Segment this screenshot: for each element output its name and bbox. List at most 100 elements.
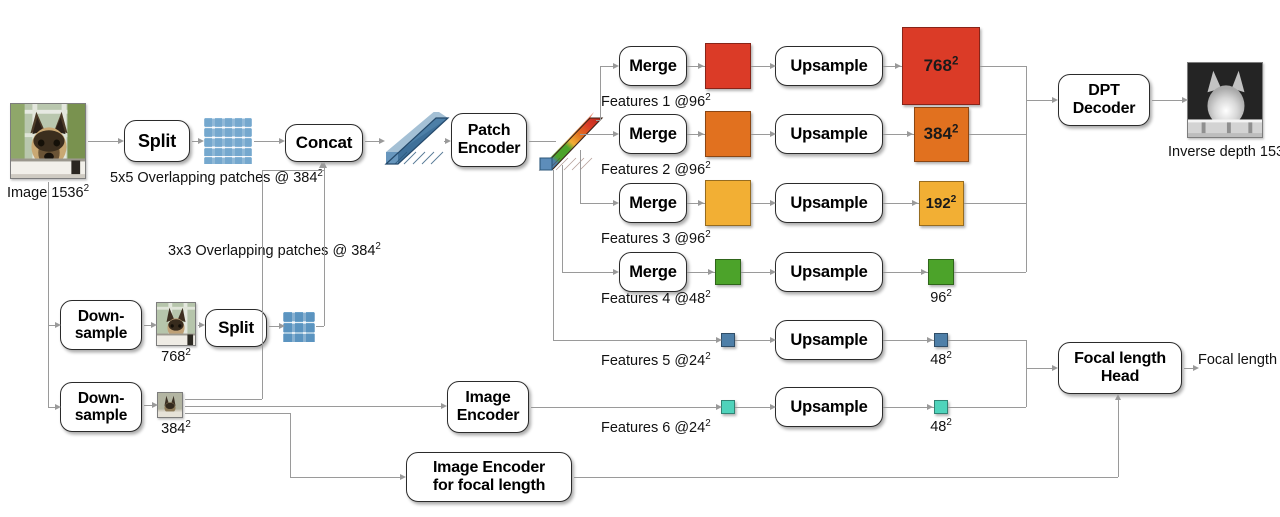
line-384-c xyxy=(185,413,290,415)
merge-box-2[interactable]: Merge xyxy=(619,114,687,154)
focal-out-line2: length xyxy=(1237,352,1278,368)
line-stack-to-merge3 xyxy=(580,203,615,205)
line-grid-up-to-concat xyxy=(324,164,326,326)
line-imgenc-to-row6 xyxy=(531,407,718,409)
patch-token-bar xyxy=(378,110,452,168)
downsampled-image-768 xyxy=(156,302,196,346)
arrow-384-to-focalenc xyxy=(400,473,406,480)
image-encoder-line2: Encoder xyxy=(456,407,520,424)
focal-head-line2: Head xyxy=(1100,368,1140,385)
line-bus-depth xyxy=(1026,66,1028,272)
upsample-box-5-label: Upsample xyxy=(790,330,868,349)
concat-box[interactable]: Concat xyxy=(285,124,363,162)
upsample-box-6[interactable]: Upsample xyxy=(775,387,883,427)
line-bus-focal xyxy=(1026,340,1028,407)
arrow-upsample-to-output-2 xyxy=(906,130,913,137)
arrow-patchgrid-to-concat xyxy=(279,137,285,144)
line-output-to-bus-4 xyxy=(954,272,1026,274)
upsample-box-1[interactable]: Upsample xyxy=(775,46,883,86)
focal-length-output-caption: Focal length xyxy=(1198,352,1277,369)
line-patchencoder-to-stack xyxy=(529,141,556,143)
arrow-upsample-to-output-4 xyxy=(921,268,927,275)
arrow-merge-to-feature-2 xyxy=(698,130,704,137)
downsample-1-line2: sample xyxy=(74,325,128,342)
image-encoder-focal-box[interactable]: Image Encoder for focal length xyxy=(406,452,572,502)
arrow-focalenc-into-head xyxy=(1114,394,1121,400)
line-384-b xyxy=(185,406,443,408)
arrow-bus-to-dpt xyxy=(1052,96,1058,103)
feature-block-6 xyxy=(721,400,735,414)
line-384-c-bottom xyxy=(290,477,402,479)
line-384-a xyxy=(185,399,262,401)
patch-encoder-box[interactable]: Patch Encoder xyxy=(451,113,527,167)
patches-3x3-line1: 3x3 Overlapping xyxy=(168,243,274,259)
merge-box-3[interactable]: Merge xyxy=(619,183,687,223)
line-output-to-bus-1 xyxy=(980,66,1026,68)
feature-block-4 xyxy=(715,259,741,285)
upsample-box-2-label: Upsample xyxy=(790,124,868,143)
arrow-feature-to-upsample-3 xyxy=(770,199,776,206)
upsample-box-1-label: Upsample xyxy=(790,56,868,75)
arrow-into-merge4 xyxy=(613,268,619,275)
downsample-384-caption: 3842 xyxy=(150,420,202,438)
downsampled-image-384 xyxy=(157,392,183,418)
line-stack-to-merge1 xyxy=(600,66,602,120)
output-block-1-label: 7682 xyxy=(923,55,959,75)
upsample-box-4[interactable]: Upsample xyxy=(775,252,883,292)
arrow-feature-to-upsample-1 xyxy=(770,62,776,69)
output-block-2-label: 3842 xyxy=(923,123,959,143)
downsample-box-2[interactable]: Down- sample xyxy=(60,382,142,432)
line-output-to-bus-5 xyxy=(948,340,1026,342)
image-encoder-box[interactable]: Image Encoder xyxy=(447,381,529,433)
downsample-1-line1: Down- xyxy=(77,307,125,325)
line-stack-to-row5-v xyxy=(553,170,555,340)
line-output-to-bus-3 xyxy=(963,203,1026,205)
concat-box-label: Concat xyxy=(295,133,353,153)
patch-grid-3x3 xyxy=(283,312,315,342)
downsample-768-label: 7682 xyxy=(161,347,191,365)
inverse-depth-line2: 15362 xyxy=(1259,144,1280,160)
output-block-5 xyxy=(934,333,948,347)
merge-box-4-label: Merge xyxy=(629,262,677,281)
multiscale-feature-stack xyxy=(534,108,610,180)
line-384-a-up xyxy=(262,170,264,399)
line-stack-tap1 xyxy=(596,120,600,122)
upsample-box-2[interactable]: Upsample xyxy=(775,114,883,154)
merge-box-4[interactable]: Merge xyxy=(619,252,687,292)
line-stack-to-merge4-v xyxy=(562,165,564,272)
focal-out-line1: Focal xyxy=(1198,352,1234,368)
upsample-box-5[interactable]: Upsample xyxy=(775,320,883,360)
feature-caption-1: Features 1 @962 xyxy=(601,92,711,110)
upsample-box-3[interactable]: Upsample xyxy=(775,183,883,223)
upsample-box-4-label: Upsample xyxy=(790,262,868,281)
output-block-1: 7682 xyxy=(902,27,980,105)
dpt-decoder-line2: Decoder xyxy=(1072,100,1136,117)
output-block-4 xyxy=(928,259,954,285)
feature-caption-5: Features 5 @242 xyxy=(601,351,711,369)
feature-caption-4: Features 4 @482 xyxy=(601,289,711,307)
line-bus-to-dpt xyxy=(1026,100,1054,102)
focal-head-line1: Focal length xyxy=(1074,350,1166,368)
arrow-into-row5 xyxy=(716,336,722,343)
line-image-to-split xyxy=(88,141,120,143)
image-encoder-focal-line2: for focal length xyxy=(432,477,546,494)
output-block-4-label: 962 xyxy=(930,288,952,306)
line-feature-to-upsample-5 xyxy=(735,340,773,342)
feature-block-5 xyxy=(721,333,735,347)
arrow-to-downsample1 xyxy=(55,321,61,328)
output-block-6-label: 482 xyxy=(930,417,952,435)
line-output-to-bus-6 xyxy=(948,407,1026,409)
downsample-box-1[interactable]: Down- sample xyxy=(60,300,142,350)
split-box-top[interactable]: Split xyxy=(124,120,190,162)
dpt-decoder-box[interactable]: DPT Decoder xyxy=(1058,74,1150,126)
arrow-to-downsample2 xyxy=(55,403,61,410)
line-focalenc-up xyxy=(1118,396,1120,477)
feature-caption-2: Features 2 @962 xyxy=(601,160,711,178)
arrow-merge-to-feature-4 xyxy=(708,268,714,275)
split-box-mid[interactable]: Split xyxy=(205,309,267,347)
output-block-3-label: 1922 xyxy=(925,193,957,212)
merge-box-1[interactable]: Merge xyxy=(619,46,687,86)
arrow-ds2-to-thumb xyxy=(152,401,158,408)
focal-length-head-box[interactable]: Focal length Head xyxy=(1058,342,1182,394)
architecture-diagram: Image 15362 Split 5x5 Overlapping patche… xyxy=(0,0,1280,517)
